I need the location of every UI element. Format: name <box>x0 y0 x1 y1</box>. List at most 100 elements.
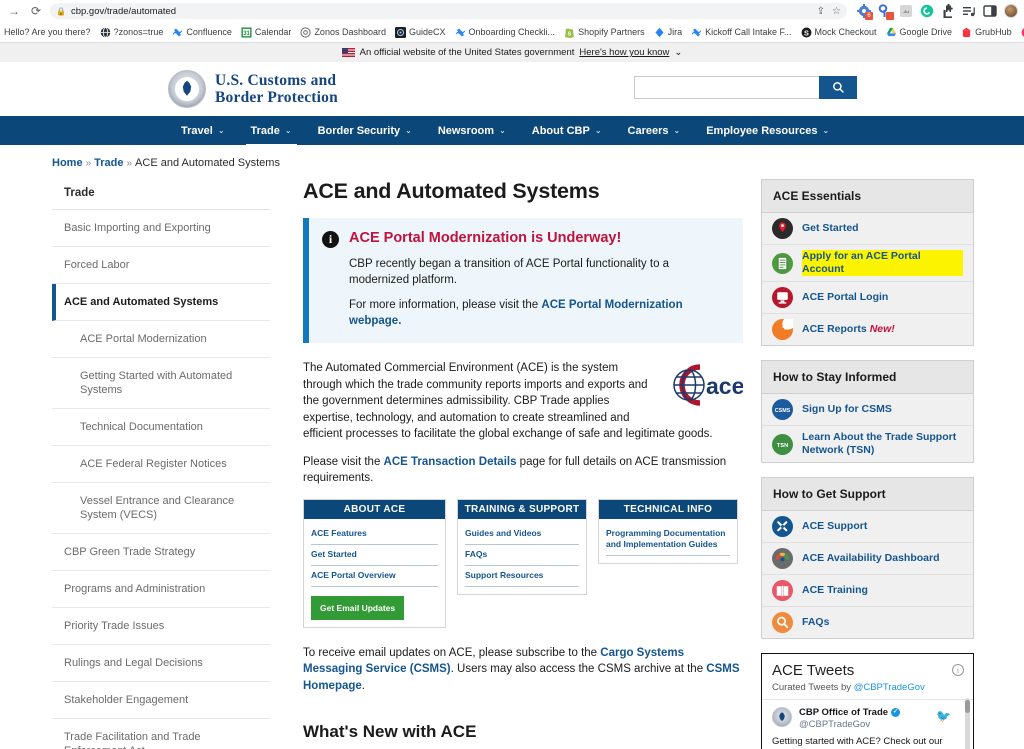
sidebar-item-rulings-and-legal-decisions[interactable]: Rulings and Legal Decisions <box>52 645 270 682</box>
share-icon[interactable]: ⇪ <box>817 6 825 17</box>
link-table-row[interactable]: FAQs <box>465 545 579 566</box>
sidebar-item-ace-and-automated-systems[interactable]: ACE and Automated Systems <box>52 284 270 321</box>
puzzle-extensions-icon[interactable] <box>941 4 955 18</box>
bookmark-item[interactable]: Google Drive <box>886 27 953 38</box>
sidebar-item-trade-facilitation-and-trade-enforcement-act[interactable]: Trade Facilitation and Trade Enforcement… <box>52 719 270 749</box>
page-content: Home»Trade»ACE and Automated Systems Tra… <box>0 145 1024 749</box>
link-table-row[interactable]: Programming Documentation and Implementa… <box>606 524 730 556</box>
tweets-scrollbar-thumb[interactable] <box>965 700 970 713</box>
sidebar-item-forced-labor[interactable]: Forced Labor <box>52 247 270 284</box>
panel-row[interactable]: ACE Portal Login <box>762 282 973 314</box>
breadcrumb-trade[interactable]: Trade <box>94 157 123 169</box>
panel-row[interactable]: Get Started <box>762 213 973 245</box>
gear-extension-icon[interactable]: 6 <box>857 4 871 18</box>
search-icon <box>832 81 845 94</box>
sidebar-item-ace-federal-register-notices[interactable]: ACE Federal Register Notices <box>52 446 270 483</box>
bookmark-item[interactable]: Hello? Are you there? <box>4 27 91 37</box>
cbp-logo[interactable]: U.S. Customs and Border Protection <box>168 70 338 108</box>
bookmark-item[interactable]: GrubHub <box>961 27 1012 38</box>
nav-item-label: Trade <box>251 125 280 137</box>
info-icon: i <box>322 231 339 248</box>
bookmark-item[interactable]: SShopify Partners <box>564 27 645 38</box>
get-email-updates-button[interactable]: Get Email Updates <box>311 596 404 620</box>
bookmark-item[interactable]: GuideCX <box>395 27 446 38</box>
sidebar-item-stakeholder-engagement[interactable]: Stakeholder Engagement <box>52 682 270 719</box>
panel-row[interactable]: ACE Support <box>762 511 973 543</box>
panel-row[interactable]: ACE Availability Dashboard <box>762 543 973 575</box>
tweet-account-name-text: CBP Office of Trade <box>799 707 888 718</box>
link-table-header: ABOUT ACE <box>304 500 445 519</box>
sidebar-item-technical-documentation[interactable]: Technical Documentation <box>52 409 270 446</box>
profile-avatar[interactable] <box>1004 4 1018 18</box>
side-panel-icon[interactable] <box>983 4 997 18</box>
bookmark-item[interactable]: 31Calendar <box>241 27 292 38</box>
nav-item-employee-resources[interactable]: Employee Resources⌄ <box>693 116 842 145</box>
panel-row-label[interactable]: ACE Training <box>802 584 868 597</box>
curated-handle-link[interactable]: @CBPTradeGov <box>854 682 925 693</box>
reading-list-icon[interactable] <box>962 4 976 18</box>
nav-item-careers[interactable]: Careers⌄ <box>615 116 694 145</box>
sidebar-item-basic-importing-and-exporting[interactable]: Basic Importing and Exporting <box>52 210 270 247</box>
bookmark-item[interactable]: SMock Checkout <box>801 27 877 38</box>
bookmark-item[interactable]: Zonos Dashboard <box>300 27 386 38</box>
panel-row[interactable]: ACE Reports New! <box>762 314 973 345</box>
panel-row[interactable]: TSNLearn About the Trade Support Network… <box>762 426 973 462</box>
panel-row-label[interactable]: ACE Availability Dashboard <box>802 552 940 565</box>
ace-transaction-details-link[interactable]: ACE Transaction Details <box>384 456 517 468</box>
search-input[interactable] <box>634 76 819 99</box>
sidebar-item-ace-portal-modernization[interactable]: ACE Portal Modernization <box>52 321 270 358</box>
alert-banner: i ACE Portal Modernization is Underway! … <box>303 218 743 343</box>
nav-item-trade[interactable]: Trade⌄ <box>238 116 305 145</box>
bookmark-label: Shopify Partners <box>578 27 645 37</box>
pie-chart-icon <box>772 319 793 340</box>
key-extension-icon[interactable] <box>878 4 892 18</box>
panel-row-label[interactable]: Learn About the Trade Support Network (T… <box>802 431 963 457</box>
sidebar-item-priority-trade-issues[interactable]: Priority Trade Issues <box>52 608 270 645</box>
bookmark-item[interactable]: Jira <box>654 27 683 38</box>
how-you-know-link[interactable]: Here's how you know <box>579 47 669 58</box>
sidebar-item-getting-started-with-automated-systems[interactable]: Getting Started with Automated Systems <box>52 358 270 409</box>
link-table-body: ACE FeaturesGet StartedACE Portal Overvi… <box>304 519 445 627</box>
panel-row[interactable]: CSMSSign Up for CSMS <box>762 394 973 426</box>
chevron-down-icon: ⌄ <box>405 126 412 135</box>
panel-row-label[interactable]: ACE Reports New! <box>802 323 895 336</box>
search-button[interactable] <box>819 76 857 99</box>
bookmark-item[interactable]: Copper <box>1021 27 1024 38</box>
forward-button[interactable]: → <box>6 3 22 19</box>
panel-row[interactable]: FAQs <box>762 607 973 638</box>
csms-paragraph: To receive email updates on ACE, please … <box>303 645 743 695</box>
nav-item-about-cbp[interactable]: About CBP⌄ <box>519 116 615 145</box>
nav-item-travel[interactable]: Travel⌄ <box>168 116 238 145</box>
panel-row-label[interactable]: Get Started <box>802 222 859 235</box>
link-table-row[interactable]: Get Started <box>311 545 438 566</box>
grammarly-icon[interactable] <box>920 4 934 18</box>
panel-row[interactable]: Apply for an ACE Portal Account <box>762 245 973 282</box>
reload-button[interactable]: ⟳ <box>28 3 44 19</box>
sidebar-item-vessel-entrance-and-clearance-system-vecs[interactable]: Vessel Entrance and Clearance System (VE… <box>52 483 270 534</box>
panel-row[interactable]: ACE Training <box>762 575 973 607</box>
bookmark-item[interactable]: Onboarding Checkli... <box>455 27 556 38</box>
panel-row-label[interactable]: Sign Up for CSMS <box>802 403 892 416</box>
chevron-down-icon[interactable]: ⌄ <box>674 47 682 58</box>
link-table-row[interactable]: Support Resources <box>465 566 579 587</box>
bookmark-item[interactable]: Confluence <box>172 27 232 38</box>
panel-row-label[interactable]: Apply for an ACE Portal Account <box>802 250 963 276</box>
breadcrumb-home[interactable]: Home <box>52 157 83 169</box>
address-bar[interactable]: 🔒 cbp.gov/trade/automated ⇪ ☆ <box>50 3 847 19</box>
disabled-extension-icon[interactable] <box>899 4 913 18</box>
nav-item-newsroom[interactable]: Newsroom⌄ <box>425 116 519 145</box>
panel-row-label[interactable]: ACE Portal Login <box>802 291 888 304</box>
panel-row-label[interactable]: FAQs <box>802 616 829 629</box>
nav-item-border-security[interactable]: Border Security⌄ <box>305 116 425 145</box>
star-icon[interactable]: ☆ <box>832 6 841 17</box>
bookmark-item[interactable]: Kickoff Call Intake F... <box>691 27 791 38</box>
link-table-row[interactable]: ACE Features <box>311 524 438 545</box>
cbp-seal-icon <box>168 70 206 108</box>
sidebar-item-cbp-green-trade-strategy[interactable]: CBP Green Trade Strategy <box>52 534 270 571</box>
info-circle-icon[interactable]: i <box>952 664 964 676</box>
link-table-row[interactable]: ACE Portal Overview <box>311 566 438 587</box>
sidebar-item-programs-and-administration[interactable]: Programs and Administration <box>52 571 270 608</box>
link-table-row[interactable]: Guides and Videos <box>465 524 579 545</box>
bookmark-item[interactable]: ?zonos=true <box>100 27 164 38</box>
panel-row-label[interactable]: ACE Support <box>802 520 867 533</box>
